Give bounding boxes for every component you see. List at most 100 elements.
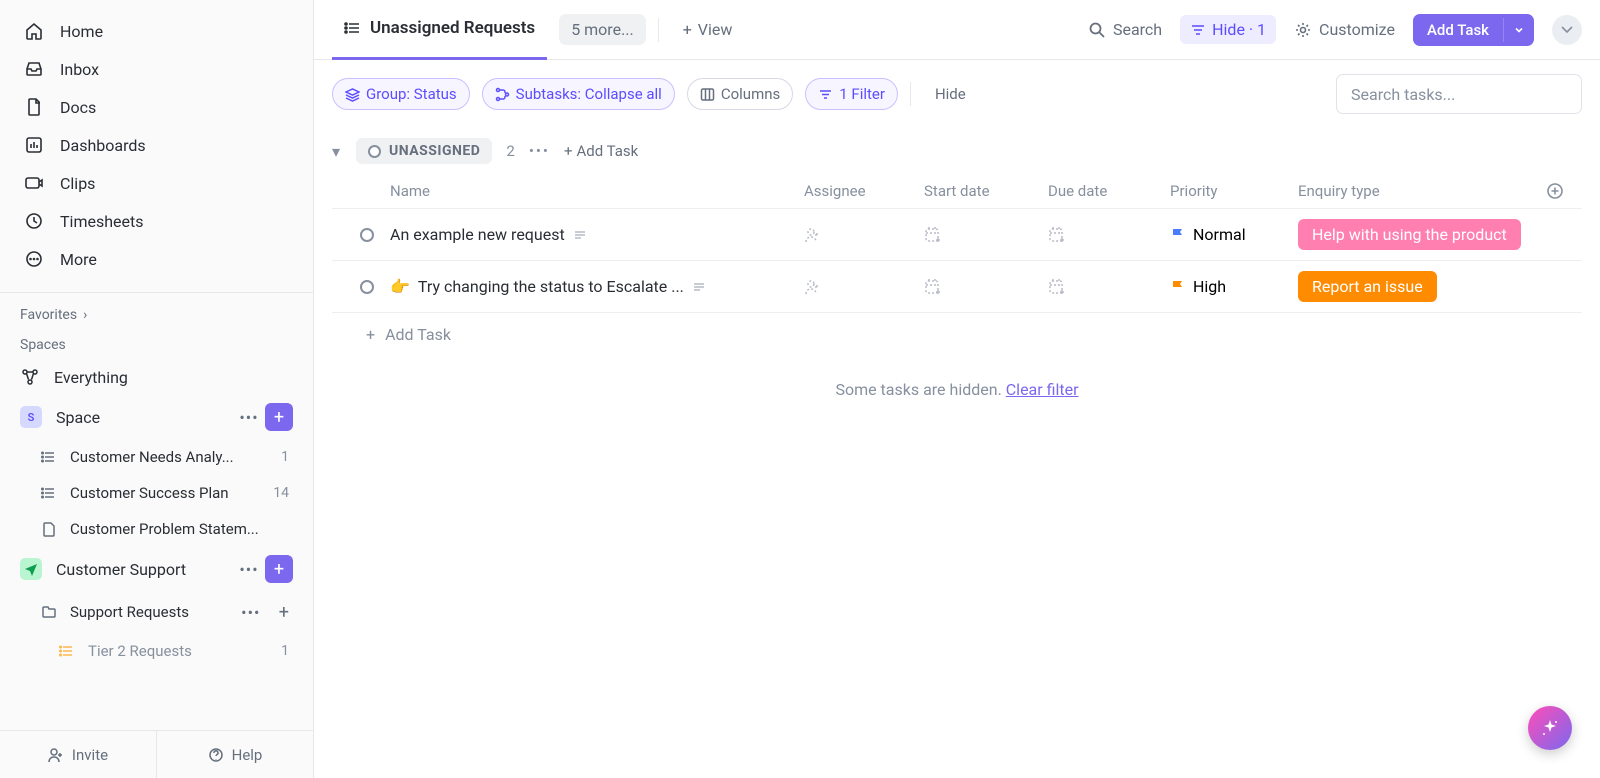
sidebar-everything[interactable]: Everything <box>0 359 313 395</box>
topbar: Unassigned Requests 5 more... +View Sear… <box>314 0 1600 60</box>
collapse-toggle[interactable]: ▾ <box>332 142 340 161</box>
chevron-right-icon: › <box>83 307 87 323</box>
sidebar-space-space[interactable]: SSpace•••+ <box>0 395 313 439</box>
favorites-header[interactable]: Favorites › <box>0 299 313 329</box>
subtasks-label: Subtasks: Collapse all <box>516 85 662 103</box>
clear-filter-link[interactable]: Clear filter <box>1006 380 1079 399</box>
columns-pill[interactable]: Columns <box>687 78 793 110</box>
filter-pill[interactable]: 1 Filter <box>805 78 898 110</box>
col-assignee[interactable]: Assignee <box>804 182 924 200</box>
more-tabs-button[interactable]: 5 more... <box>559 14 646 45</box>
add-task-button[interactable]: Add Task <box>1413 14 1534 46</box>
divider <box>910 82 911 106</box>
col-due[interactable]: Due date <box>1048 182 1170 200</box>
timesheets-icon <box>24 211 44 231</box>
list-add-button[interactable]: + <box>275 602 293 623</box>
hide-label: Hide · 1 <box>1212 20 1266 39</box>
assignee-cell[interactable] <box>804 278 924 296</box>
avatar[interactable] <box>1552 15 1582 45</box>
status-toggle[interactable] <box>360 228 374 242</box>
start-date-cell[interactable] <box>924 226 1048 244</box>
col-start[interactable]: Start date <box>924 182 1048 200</box>
assignee-cell[interactable] <box>804 226 924 244</box>
details-icon[interactable] <box>692 280 706 294</box>
enquiry-cell[interactable]: Report an issue <box>1298 271 1546 302</box>
priority-cell[interactable]: High <box>1170 277 1298 296</box>
help-button[interactable]: Help <box>156 731 313 778</box>
customize-button[interactable]: Customize <box>1294 20 1395 39</box>
space-add-button[interactable]: + <box>265 403 293 431</box>
due-date-cell[interactable] <box>1048 278 1170 296</box>
task-name[interactable]: An example new request <box>390 225 804 244</box>
filter-hide-button[interactable]: Hide <box>923 85 966 103</box>
hide-button[interactable]: Hide · 1 <box>1180 15 1276 44</box>
docs-icon <box>24 97 44 117</box>
add-view-button[interactable]: +View <box>671 14 745 45</box>
list-customer-success[interactable]: Customer Success Plan14 <box>0 475 313 511</box>
nav-clips[interactable]: Clips <box>0 164 313 202</box>
list-count: 14 <box>273 485 293 501</box>
list-tier-2-requests[interactable]: Tier 2 Requests1 <box>0 633 313 669</box>
subtasks-pill[interactable]: Subtasks: Collapse all <box>482 78 675 110</box>
enquiry-cell[interactable]: Help with using the product <box>1298 219 1546 250</box>
col-enquiry[interactable]: Enquiry type <box>1298 182 1546 200</box>
group-more-button[interactable]: ••• <box>529 142 550 160</box>
due-date-cell[interactable] <box>1048 226 1170 244</box>
spaces-header: Spaces <box>0 329 313 359</box>
invite-label: Invite <box>72 746 108 764</box>
list-icon <box>58 642 76 660</box>
table-row[interactable]: 👉 Try changing the status to Escalate ..… <box>332 261 1582 313</box>
status-chip[interactable]: UNASSIGNED <box>356 138 492 164</box>
search-button[interactable]: Search <box>1088 20 1162 39</box>
space-add-button[interactable]: + <box>265 555 293 583</box>
add-column-button[interactable] <box>1546 182 1582 200</box>
filter-label: 1 Filter <box>839 85 885 103</box>
search-tasks-input[interactable] <box>1336 74 1582 114</box>
list-customer-needs[interactable]: Customer Needs Analy...1 <box>0 439 313 475</box>
nav-home[interactable]: Home <box>0 12 313 50</box>
space-name: Space <box>56 408 223 427</box>
everything-icon <box>20 367 40 387</box>
list-more-button[interactable]: ••• <box>239 600 263 624</box>
nav-timesheets[interactable]: Timesheets <box>0 202 313 240</box>
group-pill[interactable]: Group: Status <box>332 78 470 110</box>
nav-dashboards[interactable]: Dashboards <box>0 126 313 164</box>
task-name[interactable]: 👉 Try changing the status to Escalate ..… <box>390 277 804 296</box>
priority-cell[interactable]: Normal <box>1170 225 1298 244</box>
fab-button[interactable] <box>1528 706 1572 750</box>
space-more-button[interactable]: ••• <box>237 405 261 429</box>
nav-inbox[interactable]: Inbox <box>0 50 313 88</box>
task-table: Name Assignee Start date Due date Priori… <box>314 174 1600 356</box>
group-header: ▾ UNASSIGNED 2 ••• +Add Task <box>314 128 1600 174</box>
chevron-down-icon[interactable] <box>1503 18 1534 42</box>
list-icon <box>40 448 58 466</box>
more-icon <box>24 249 44 269</box>
table-row[interactable]: An example new request Normal Help with … <box>332 209 1582 261</box>
list-support-requests[interactable]: Support Requests•••+ <box>0 591 313 633</box>
list-name: Customer Needs Analy... <box>70 448 269 466</box>
add-task-row[interactable]: +Add Task <box>332 313 1582 356</box>
dashboards-icon <box>24 135 44 155</box>
space-actions: •••+ <box>237 555 293 583</box>
group-label: Group: Status <box>366 85 457 103</box>
add-row-label: Add Task <box>385 325 451 344</box>
status-label: UNASSIGNED <box>389 143 480 159</box>
list-count: 1 <box>281 643 293 659</box>
list-customer-problem[interactable]: Customer Problem Statem... <box>0 511 313 547</box>
nav-section: Home Inbox Docs Dashboards Clips Timeshe… <box>0 0 313 286</box>
view-tab-unassigned[interactable]: Unassigned Requests <box>332 0 547 60</box>
flag-icon <box>1170 227 1185 242</box>
nav-docs[interactable]: Docs <box>0 88 313 126</box>
start-date-cell[interactable] <box>924 278 1048 296</box>
favorites-label: Favorites <box>20 307 77 323</box>
col-priority[interactable]: Priority <box>1170 182 1298 200</box>
invite-button[interactable]: Invite <box>0 731 156 778</box>
status-toggle[interactable] <box>360 280 374 294</box>
group-add-task[interactable]: +Add Task <box>564 142 638 160</box>
sidebar-space-customer-support[interactable]: Customer Support•••+ <box>0 547 313 591</box>
col-name[interactable]: Name <box>390 182 804 200</box>
nav-more[interactable]: More <box>0 240 313 278</box>
space-actions: •••+ <box>237 403 293 431</box>
space-more-button[interactable]: ••• <box>237 557 261 581</box>
details-icon[interactable] <box>573 228 587 242</box>
